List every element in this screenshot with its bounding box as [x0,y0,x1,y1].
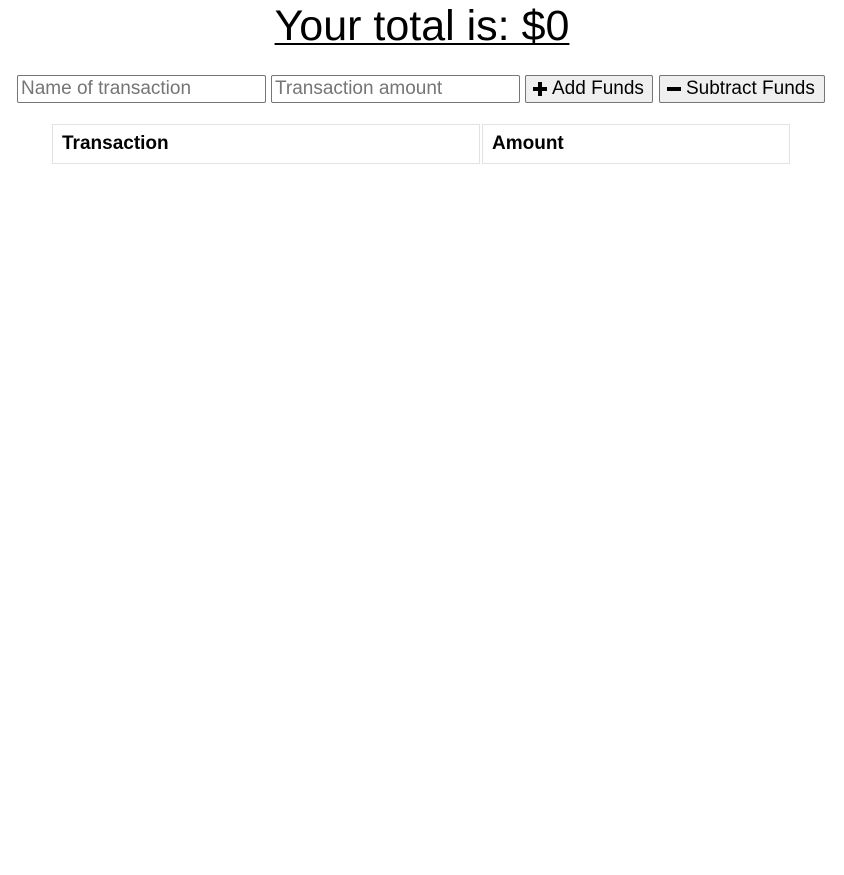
column-header-transaction: Transaction [52,124,480,164]
table-header-row: Transaction Amount [52,124,790,164]
add-funds-button[interactable]: Add Funds [525,75,653,103]
transaction-name-input[interactable] [17,75,266,103]
total-text: Your total is: $0 [274,2,570,50]
transaction-amount-input[interactable] [271,75,520,103]
subtract-funds-label: Subtract Funds [686,78,815,99]
total-heading: Your total is: $0 [0,0,844,52]
minus-icon [666,81,682,97]
transactions-table: Transaction Amount [52,124,790,164]
subtract-funds-button[interactable]: Subtract Funds [659,75,825,103]
add-funds-label: Add Funds [552,78,644,99]
plus-icon [532,81,548,97]
transactions-table-wrapper: Transaction Amount [52,124,790,164]
column-header-amount: Amount [482,124,790,164]
